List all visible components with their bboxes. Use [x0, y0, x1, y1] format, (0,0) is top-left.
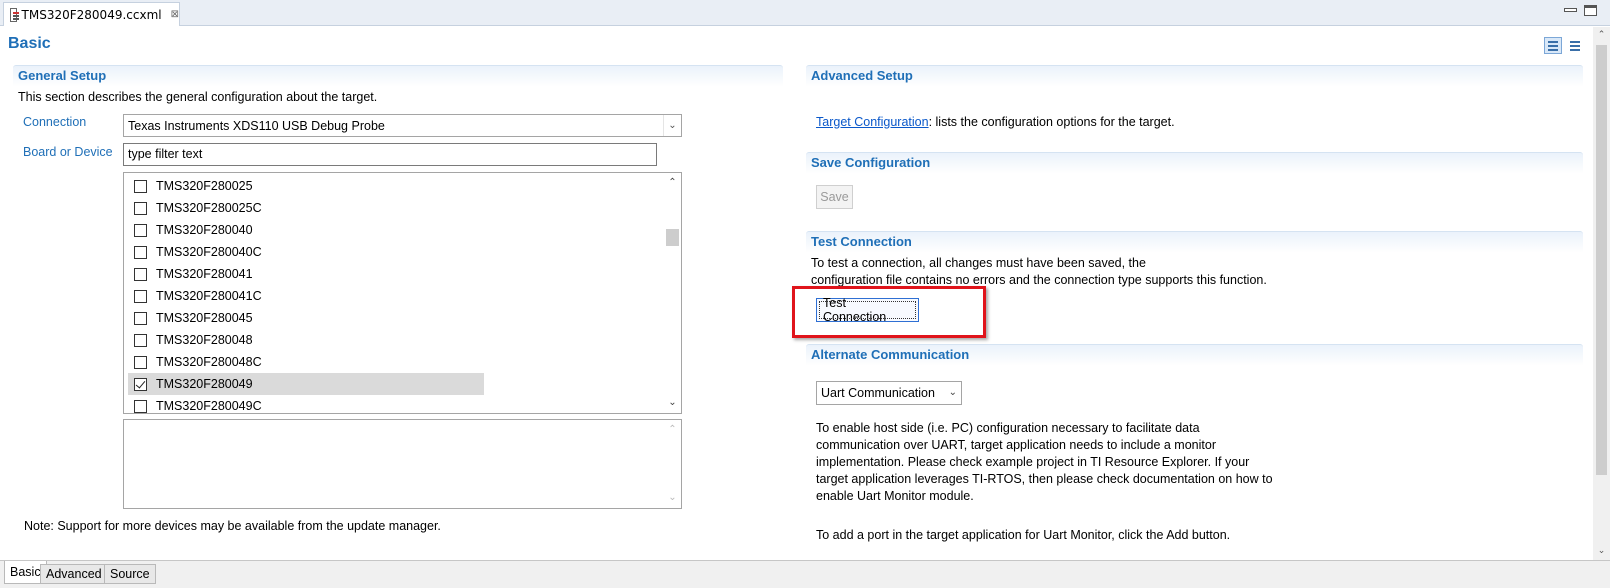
- scrollbar-thumb[interactable]: [1596, 45, 1607, 475]
- test-connection-button[interactable]: Test Connection: [816, 296, 919, 324]
- uart-add-port-text: To add a port in the target application …: [816, 528, 1231, 542]
- device-filter-input[interactable]: type filter text: [123, 143, 657, 166]
- device-checkbox-checked[interactable]: [134, 377, 147, 391]
- general-setup-description: This section describes the general confi…: [18, 90, 378, 104]
- ccxml-file-icon: [10, 7, 19, 22]
- device-description-box: ⌃ ⌄: [123, 419, 682, 509]
- device-checkbox[interactable]: [134, 311, 147, 325]
- device-checkbox[interactable]: [134, 267, 147, 281]
- device-list-scrollbar[interactable]: ⌃ ⌄: [664, 173, 681, 413]
- device-item[interactable]: TMS320F280040: [128, 219, 484, 241]
- minimize-icon[interactable]: [1564, 8, 1577, 12]
- advanced-setup-header[interactable]: Advanced Setup: [806, 65, 1583, 87]
- maximize-icon[interactable]: [1584, 5, 1597, 16]
- page-scrollbar[interactable]: ⌃ ⌄: [1593, 27, 1610, 560]
- editor-tab-bar: TMS320F280049.ccxml ⊠: [0, 0, 1610, 26]
- device-item[interactable]: TMS320F280025: [128, 175, 484, 197]
- device-checkbox[interactable]: [134, 223, 147, 237]
- device-item-selected[interactable]: TMS320F280049: [128, 373, 484, 395]
- test-connection-text-line2: configuration file contains no errors an…: [811, 273, 1267, 287]
- device-checkbox[interactable]: [134, 333, 147, 347]
- chevron-up-icon[interactable]: ⌃: [1593, 27, 1610, 43]
- device-item[interactable]: TMS320F280040C: [128, 241, 484, 263]
- device-item[interactable]: TMS320F280025C: [128, 197, 484, 219]
- device-item[interactable]: TMS320F280045: [128, 307, 484, 329]
- tab-advanced[interactable]: Advanced: [40, 564, 108, 584]
- connection-value: Texas Instruments XDS110 USB Debug Probe: [128, 118, 385, 133]
- test-connection-header[interactable]: Test Connection: [806, 231, 1583, 253]
- scrollbar-thumb[interactable]: [666, 229, 679, 246]
- chevron-down-icon: ⌄: [668, 492, 677, 503]
- general-setup-header[interactable]: General Setup: [13, 65, 783, 87]
- device-checkbox[interactable]: [134, 355, 147, 369]
- chevron-down-icon[interactable]: ⌄: [1593, 543, 1610, 559]
- chevron-up-icon[interactable]: ⌃: [664, 175, 681, 191]
- device-list[interactable]: TMS320F280025 TMS320F280025C TMS320F2800…: [123, 172, 682, 414]
- alternate-communication-header[interactable]: Alternate Communication: [806, 344, 1583, 366]
- communication-select[interactable]: Uart Communication ⌄: [816, 381, 962, 405]
- target-configuration-link[interactable]: Target Configuration: [816, 115, 929, 129]
- device-item[interactable]: TMS320F280048: [128, 329, 484, 351]
- device-item[interactable]: TMS320F280041C: [128, 285, 484, 307]
- support-note: Note: Support for more devices may be av…: [24, 519, 441, 533]
- tree-view-icon[interactable]: [1544, 37, 1562, 54]
- device-item[interactable]: TMS320F280048C: [128, 351, 484, 373]
- target-configuration-line: Target Configuration: lists the configur…: [816, 115, 1175, 129]
- device-checkbox[interactable]: [134, 201, 147, 215]
- communication-select-value: Uart Communication: [821, 386, 935, 400]
- chevron-down-icon[interactable]: ⌄: [663, 115, 681, 136]
- list-view-icon[interactable]: [1566, 37, 1584, 54]
- editor-tab-title: TMS320F280049.ccxml: [21, 7, 162, 22]
- device-checkbox[interactable]: [134, 289, 147, 303]
- chevron-up-icon: ⌃: [668, 424, 677, 435]
- device-item[interactable]: TMS320F280049C: [128, 395, 484, 413]
- tab-source[interactable]: Source: [104, 564, 156, 584]
- save-configuration-header[interactable]: Save Configuration: [806, 152, 1583, 174]
- board-or-device-label: Board or Device: [23, 145, 113, 159]
- editor-page-tabs: Basic Advanced Source: [0, 560, 1610, 588]
- device-checkbox[interactable]: [134, 245, 147, 259]
- chevron-down-icon[interactable]: ⌄: [949, 387, 957, 398]
- close-icon[interactable]: ⊠: [171, 9, 179, 20]
- test-connection-text-line1: To test a connection, all changes must h…: [811, 256, 1146, 270]
- connection-label: Connection: [23, 115, 87, 129]
- connection-select[interactable]: Texas Instruments XDS110 USB Debug Probe…: [123, 114, 682, 137]
- device-item[interactable]: TMS320F280041: [128, 263, 484, 285]
- uart-description: To enable host side (i.e. PC) configurat…: [816, 421, 1273, 503]
- save-button[interactable]: Save: [816, 185, 853, 209]
- device-checkbox[interactable]: [134, 179, 147, 193]
- chevron-down-icon[interactable]: ⌄: [664, 395, 681, 411]
- editor-tab[interactable]: TMS320F280049.ccxml ⊠: [3, 2, 180, 26]
- device-checkbox[interactable]: [134, 399, 147, 413]
- page-title: Basic: [8, 35, 51, 52]
